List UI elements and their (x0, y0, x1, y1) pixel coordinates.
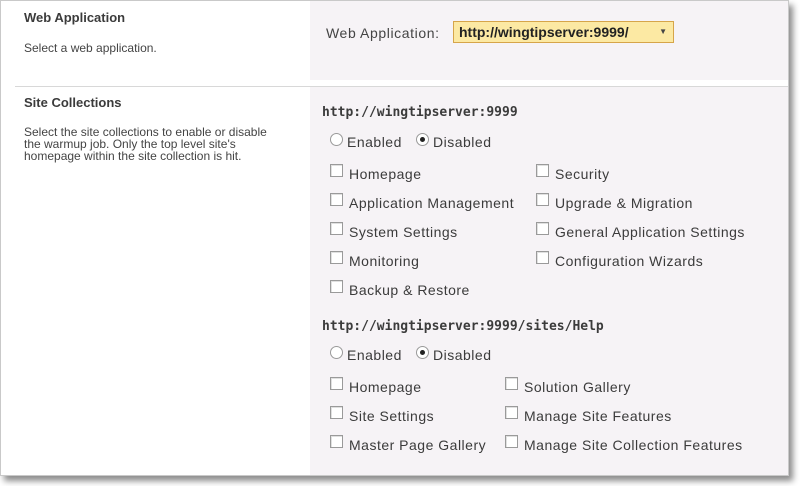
checkbox-label: Master Page Gallery (349, 437, 487, 453)
checkbox-label: Backup & Restore (349, 282, 470, 298)
radio-icon[interactable] (330, 133, 343, 146)
checkbox-label: System Settings (349, 224, 458, 240)
settings-window: Web Application Select a web application… (0, 0, 789, 476)
disabled-label: Disabled (433, 347, 492, 363)
checkbox-label: Security (555, 166, 610, 182)
checkbox-icon[interactable] (330, 222, 343, 235)
checkbox-icon[interactable] (330, 193, 343, 206)
site-collections-title: Site Collections (24, 95, 122, 110)
checkbox-icon[interactable] (536, 251, 549, 264)
checkbox-label: Homepage (349, 379, 422, 395)
web-application-controls: Web Application: http://wingtipserver:99… (310, 1, 788, 80)
checkbox-label: Site Settings (349, 408, 435, 424)
radio-icon[interactable] (416, 346, 429, 359)
web-application-title: Web Application (24, 10, 126, 25)
checkbox-icon[interactable] (505, 435, 518, 448)
checkbox-label: General Application Settings (555, 224, 745, 240)
checkbox-icon[interactable] (330, 280, 343, 293)
checkbox-label: Homepage (349, 166, 422, 182)
checkbox-label: Manage Site Features (524, 408, 672, 424)
checkbox-icon[interactable] (505, 377, 518, 390)
checkbox-label: Configuration Wizards (555, 253, 704, 269)
web-application-section: Web Application Select a web application… (15, 1, 788, 80)
enabled-label: Enabled (347, 134, 402, 150)
checkbox-label: Upgrade & Migration (555, 195, 693, 211)
site-collection-url: http://wingtipserver:9999/sites/Help (322, 319, 604, 334)
checkbox-icon[interactable] (330, 377, 343, 390)
web-application-info: Web Application Select a web application… (15, 1, 310, 80)
enabled-label: Enabled (347, 347, 402, 363)
site-collections-info: Site Collections Select the site collect… (15, 87, 310, 475)
checkbox-icon[interactable] (536, 164, 549, 177)
radio-icon[interactable] (330, 346, 343, 359)
checkbox-icon[interactable] (330, 164, 343, 177)
site-collection-url: http://wingtipserver:9999 (322, 105, 518, 120)
checkbox-label: Solution Gallery (524, 379, 631, 395)
web-application-dropdown[interactable]: http://wingtipserver:9999/ ▼ (453, 21, 674, 43)
checkbox-label: Monitoring (349, 253, 420, 269)
checkbox-label: Manage Site Collection Features (524, 437, 743, 453)
checkbox-icon[interactable] (330, 406, 343, 419)
site-collections-controls: http://wingtipserver:9999 Enabled Disabl… (310, 87, 788, 475)
checkbox-icon[interactable] (536, 193, 549, 206)
site-collections-description: Select the site collections to enable or… (24, 125, 267, 163)
chevron-down-icon[interactable]: ▼ (659, 22, 667, 42)
web-application-field-label: Web Application: (326, 25, 440, 41)
web-application-description: Select a web application. (24, 41, 157, 55)
site-collections-section: Site Collections Select the site collect… (15, 86, 788, 475)
checkbox-icon[interactable] (505, 406, 518, 419)
checkbox-icon[interactable] (536, 222, 549, 235)
disabled-label: Disabled (433, 134, 492, 150)
checkbox-label: Application Management (349, 195, 515, 211)
checkbox-icon[interactable] (330, 435, 343, 448)
radio-icon[interactable] (416, 133, 429, 146)
web-application-selected-value: http://wingtipserver:9999/ (459, 24, 629, 40)
checkbox-icon[interactable] (330, 251, 343, 264)
